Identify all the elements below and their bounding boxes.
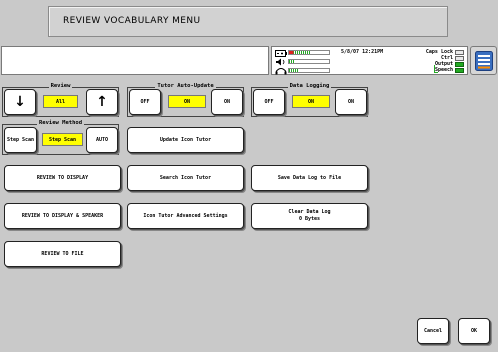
- clear-data-log-label: Clear Data Log: [288, 209, 331, 215]
- page-title: REVIEW VOCABULARY MENU: [63, 16, 201, 26]
- menu-icon-button[interactable]: [470, 46, 497, 75]
- volume-meter: [288, 59, 330, 64]
- data-logging-label: Data Logging: [287, 83, 332, 89]
- review-to-file-button[interactable]: REVIEW TO FILE: [4, 241, 121, 267]
- tutor-auto-update-on-button[interactable]: ON: [211, 89, 243, 115]
- review-group-label: Review: [48, 83, 73, 89]
- search-icon-tutor-button[interactable]: Search Icon Tutor: [127, 165, 244, 191]
- review-to-display-button[interactable]: REVIEW TO DISPLAY: [4, 165, 121, 191]
- message-display: [1, 46, 269, 75]
- save-data-log-button[interactable]: Save Data Log to File: [251, 165, 368, 191]
- battery-icon: [275, 50, 287, 57]
- review-to-display-speaker-button[interactable]: REVIEW TO DISPLAY & SPEAKER: [4, 203, 121, 229]
- data-logging-value: ON: [292, 95, 330, 108]
- title-bar: REVIEW VOCABULARY MENU: [48, 6, 448, 37]
- cancel-button[interactable]: Cancel: [417, 318, 449, 344]
- speech-indicator: [455, 68, 464, 73]
- ctrl-indicator: [455, 56, 464, 61]
- output-indicator: [455, 62, 464, 67]
- headphone-meter: [288, 68, 330, 73]
- review-up-button[interactable]: ↑: [86, 89, 118, 115]
- battery-meter: [288, 50, 330, 55]
- tutor-auto-update-label: Tutor Auto-Update: [155, 83, 216, 89]
- auto-button[interactable]: AUTO: [86, 127, 118, 153]
- caps-lock-indicator: [455, 50, 464, 55]
- headphone-icon: [275, 68, 287, 75]
- review-method-label: Review Method: [36, 120, 85, 126]
- status-panel: 5/8/07 12:21PM Caps Lock Ctrl Output Spe…: [271, 46, 468, 75]
- step-scan-button[interactable]: Step Scan: [4, 127, 37, 153]
- data-logging-on-button[interactable]: ON: [335, 89, 367, 115]
- menu-icon: [475, 51, 493, 71]
- datetime: 5/8/07 12:21PM: [341, 49, 384, 55]
- clear-data-log-button[interactable]: Clear Data Log 0 Bytes: [251, 203, 368, 229]
- icon-tutor-advanced-settings-button[interactable]: Icon Tutor Advanced Settings: [127, 203, 244, 229]
- ok-button[interactable]: OK: [458, 318, 490, 344]
- review-method-value: Step Scan: [42, 133, 83, 146]
- review-down-button[interactable]: ↓: [4, 89, 36, 115]
- data-logging-off-button[interactable]: OFF: [253, 89, 285, 115]
- review-value: All: [43, 95, 78, 108]
- update-icon-tutor-button[interactable]: Update Icon Tutor: [127, 127, 244, 153]
- tutor-auto-update-value: ON: [168, 95, 206, 108]
- tutor-auto-update-off-button[interactable]: OFF: [129, 89, 161, 115]
- speech-bracket: [434, 65, 438, 73]
- speaker-icon: [276, 58, 285, 66]
- data-log-size: 0 Bytes: [298, 216, 321, 222]
